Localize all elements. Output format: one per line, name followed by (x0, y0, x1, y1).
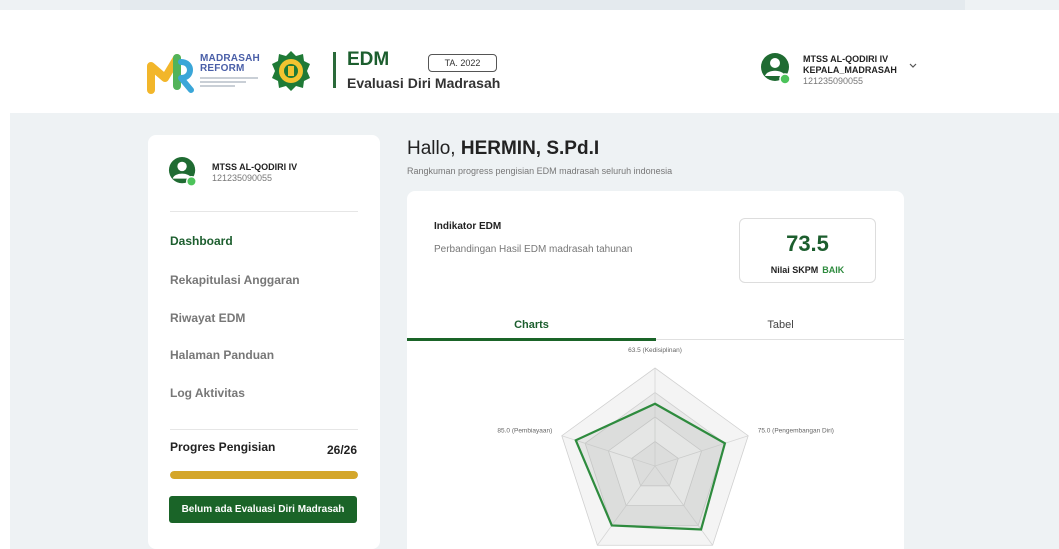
sidebar-divider-2 (170, 429, 358, 430)
nav-dashboard[interactable]: Dashboard (170, 234, 233, 248)
user-avatar-icon[interactable] (760, 52, 792, 86)
score-box: 73.5 Nilai SKPM BAIK (739, 218, 876, 283)
user-role: KEPALA_MADRASAH (803, 65, 897, 75)
score-label: Nilai SKPM (770, 265, 819, 275)
nav-riwayat-edm[interactable]: Riwayat EDM (170, 311, 245, 325)
radar-axis-label: 85.0 (Pembiayaan) (497, 428, 552, 435)
header-divider (333, 52, 336, 88)
no-evaluation-button[interactable]: Belum ada Evaluasi Diri Madrasah (169, 496, 357, 523)
brand-tagline-lines (200, 77, 258, 87)
progress-bar-fill (170, 471, 358, 479)
user-npsn: 121235090055 (803, 76, 864, 86)
app-title: EDM (347, 49, 390, 70)
tab-charts[interactable]: Charts (407, 319, 656, 331)
madrasah-reform-logo-icon[interactable] (147, 52, 195, 94)
score-value: 73.5 (786, 231, 829, 256)
tab-tabel[interactable]: Tabel (656, 319, 904, 331)
sidebar-avatar-icon (168, 157, 197, 187)
progress-label: Progres Pengisian (170, 440, 276, 454)
card-title: Indikator EDM (434, 221, 502, 232)
greeting-prefix: Hallo, (407, 138, 456, 159)
user-info[interactable]: MTSS AL-QODIRI IV KEPALA_MADRASAH 121235… (803, 54, 897, 87)
greeting: Hallo, HERMIN, S.Pd.I (407, 138, 599, 160)
nav-halaman-panduan[interactable]: Halaman Panduan (170, 348, 274, 362)
user-school: MTSS AL-QODIRI IV (803, 54, 889, 64)
nav-log-aktivitas[interactable]: Log Aktivitas (170, 386, 245, 400)
top-strip (0, 0, 1059, 10)
progress-bar (170, 471, 358, 479)
sidebar-divider (170, 211, 358, 212)
top-strip-inner (120, 0, 965, 10)
sidebar: MTSS AL-QODIRI IV 121235090055 Dashboard… (148, 135, 380, 549)
brand-line2-text: REFORM (200, 63, 245, 74)
radar-axis-label: 75.0 (Pengembangan Diri) (758, 428, 834, 435)
kemenag-emblem-icon (272, 51, 310, 91)
year-badge[interactable]: TA. 2022 (428, 54, 497, 72)
chevron-down-icon[interactable] (908, 62, 918, 70)
sidebar-npsn: 121235090055 (212, 173, 273, 183)
edm-indicator-card: Indikator EDM Perbandingan Hasil EDM mad… (407, 191, 904, 549)
top-header: MADRASAH REFORM EDM TA. 2022 Evaluasi Di… (0, 10, 1059, 110)
greeting-subtitle: Rangkuman progress pengisian EDM madrasa… (407, 166, 673, 176)
radar-chart: 63.5 (Kedisiplinan) 75.0 (Pengembangan Di… (497, 347, 834, 546)
brand-text: MADRASAH REFORM (200, 54, 260, 89)
card-subtitle: Perbandingan Hasil EDM madrasah tahunan (434, 244, 633, 255)
radar-axis-label: 63.5 (Kedisiplinan) (628, 347, 682, 354)
brand-line2: REFORM (200, 64, 260, 74)
nav-rekapitulasi-anggaran[interactable]: Rekapitulasi Anggaran (170, 273, 300, 287)
app-subtitle: Evaluasi Diri Madrasah (347, 75, 501, 91)
progress-count: 26/26 (327, 443, 358, 457)
sidebar-school: MTSS AL-QODIRI IV (212, 162, 298, 172)
score-label-row: Nilai SKPM BAIK (740, 265, 875, 275)
score-rating: BAIK (822, 265, 845, 275)
greeting-name: HERMIN, S.Pd.I (460, 138, 600, 159)
